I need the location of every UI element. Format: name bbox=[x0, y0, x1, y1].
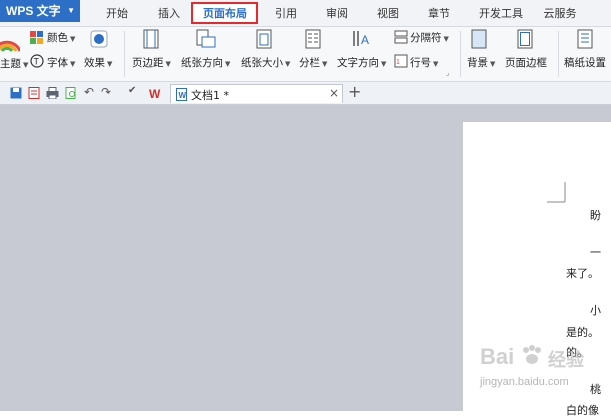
export-pdf-icon[interactable] bbox=[28, 87, 40, 99]
manuscript-button[interactable]: 稿纸设置 bbox=[564, 55, 606, 70]
effect-label: 效果 bbox=[84, 57, 105, 69]
dialog-launcher-icon[interactable]: ⌟ bbox=[446, 69, 449, 77]
watermark-brand-2: 经验 bbox=[548, 350, 584, 371]
tab-developer[interactable]: 开发工具 bbox=[476, 4, 526, 24]
effect-button[interactable]: 效果 ▼ bbox=[84, 55, 112, 70]
svg-text:T: T bbox=[34, 57, 40, 67]
manuscript-icon bbox=[577, 29, 593, 49]
theme-icon[interactable] bbox=[0, 31, 20, 53]
text-line: 来了。 bbox=[566, 267, 599, 280]
margins-button[interactable]: 页边距 ▼ bbox=[132, 55, 171, 70]
new-tab-button[interactable]: + bbox=[348, 82, 361, 101]
tab-page-layout[interactable]: 页面布局 bbox=[195, 4, 255, 24]
svg-text:W: W bbox=[149, 87, 161, 100]
orientation-label: 纸张方向 bbox=[181, 57, 223, 69]
document-title: 文档1 * bbox=[191, 89, 229, 102]
menu-bar: WPS 文字 ▼ 开始 插入 页面布局 引用 审阅 视图 章节 开发工具 云服务 bbox=[0, 0, 611, 27]
save-icon[interactable] bbox=[10, 87, 22, 99]
tab-references[interactable]: 引用 bbox=[273, 4, 299, 24]
divider bbox=[558, 31, 559, 77]
page-border-label: 页面边框 bbox=[505, 57, 547, 69]
background-button[interactable]: 背景 ▼ bbox=[467, 55, 495, 70]
customize-icon[interactable]: ✔ bbox=[128, 85, 136, 96]
svg-text:W: W bbox=[179, 91, 187, 100]
chevron-down-icon: ▼ bbox=[67, 6, 75, 15]
app-name: WPS 文字 bbox=[6, 4, 61, 18]
app-menu-button[interactable]: WPS 文字 ▼ bbox=[0, 0, 80, 22]
watermark: Bai 经验 jingyan.baidu.com bbox=[470, 338, 611, 404]
divider bbox=[460, 31, 461, 77]
font-label: 字体 bbox=[47, 57, 68, 69]
line-numbers-button[interactable]: 行号 ▼ bbox=[410, 55, 438, 70]
orientation-button[interactable]: 纸张方向 ▼ bbox=[181, 55, 230, 70]
tab-view[interactable]: 视图 bbox=[375, 4, 401, 24]
text-direction-icon: A bbox=[353, 31, 369, 47]
page-corner-mark bbox=[547, 182, 566, 203]
watermark-url: jingyan.baidu.com bbox=[480, 376, 569, 388]
color-button[interactable]: 颜色 ▼ bbox=[47, 30, 75, 45]
undo-icon[interactable]: ↶ bbox=[84, 85, 94, 99]
document-tab[interactable]: W 文档1 * × bbox=[170, 84, 343, 103]
margins-label: 页边距 bbox=[132, 57, 164, 69]
font-icon: T bbox=[30, 54, 44, 68]
breaks-button[interactable]: 分隔符 ▼ bbox=[410, 30, 449, 45]
print-preview-icon[interactable] bbox=[65, 87, 77, 99]
font-button[interactable]: 字体 ▼ bbox=[47, 55, 75, 70]
redo-icon[interactable]: ↷ bbox=[101, 85, 111, 99]
divider bbox=[124, 31, 125, 77]
document-icon: W bbox=[176, 88, 187, 101]
print-icon[interactable] bbox=[46, 87, 59, 99]
color-palette-icon bbox=[30, 31, 43, 44]
paw-icon bbox=[523, 345, 541, 364]
text-line: 一 bbox=[590, 246, 601, 259]
background-icon bbox=[471, 29, 487, 49]
margins-icon bbox=[143, 29, 159, 49]
breaks-label: 分隔符 bbox=[410, 32, 442, 44]
effect-icon[interactable] bbox=[90, 30, 108, 48]
color-label: 颜色 bbox=[47, 32, 68, 44]
orientation-icon bbox=[196, 29, 216, 48]
tab-insert[interactable]: 插入 bbox=[156, 4, 182, 24]
columns-icon bbox=[305, 29, 321, 49]
tab-review[interactable]: 审阅 bbox=[324, 4, 350, 24]
page-size-button[interactable]: 纸张大小 ▼ bbox=[241, 55, 290, 70]
close-icon[interactable]: × bbox=[329, 86, 339, 100]
theme-button[interactable]: 主题 ▼ bbox=[0, 56, 28, 71]
text-line: 白的像 bbox=[566, 404, 599, 417]
line-numbers-label: 行号 bbox=[410, 57, 431, 69]
text-line: 盼 bbox=[590, 209, 601, 222]
page-border-button[interactable]: 页面边框 bbox=[505, 55, 547, 70]
columns-label: 分栏 bbox=[299, 57, 320, 69]
tab-chapter[interactable]: 章节 bbox=[426, 4, 452, 24]
page-size-label: 纸张大小 bbox=[241, 57, 283, 69]
tab-cloud[interactable]: 云服务 bbox=[540, 4, 580, 24]
breaks-icon bbox=[394, 30, 408, 44]
wps-logo-icon[interactable]: W bbox=[149, 86, 165, 100]
text-direction-label: 文字方向 bbox=[337, 57, 379, 69]
theme-label: 主题 bbox=[0, 58, 21, 70]
page-border-icon bbox=[517, 29, 533, 49]
line-numbers-icon: 1 bbox=[394, 54, 408, 68]
tab-home[interactable]: 开始 bbox=[103, 4, 131, 24]
manuscript-label: 稿纸设置 bbox=[564, 57, 606, 69]
background-label: 背景 bbox=[467, 57, 488, 69]
watermark-brand: Bai bbox=[480, 344, 515, 369]
text-line: 小 bbox=[590, 304, 601, 317]
ribbon: 主题 ▼ 颜色 ▼ T 字体 ▼ 效果 ▼ 页边距 ▼ 纸张方向 ▼ 纸张大小 … bbox=[0, 27, 611, 82]
page-size-icon bbox=[256, 29, 272, 49]
columns-button[interactable]: 分栏 ▼ bbox=[299, 55, 327, 70]
svg-text:1: 1 bbox=[396, 59, 400, 66]
svg-text:A: A bbox=[361, 33, 369, 47]
quick-access-toolbar: ↶ ↷ ✔ W W 文档1 * × + bbox=[0, 82, 611, 105]
text-direction-button[interactable]: 文字方向 ▼ bbox=[337, 55, 386, 70]
